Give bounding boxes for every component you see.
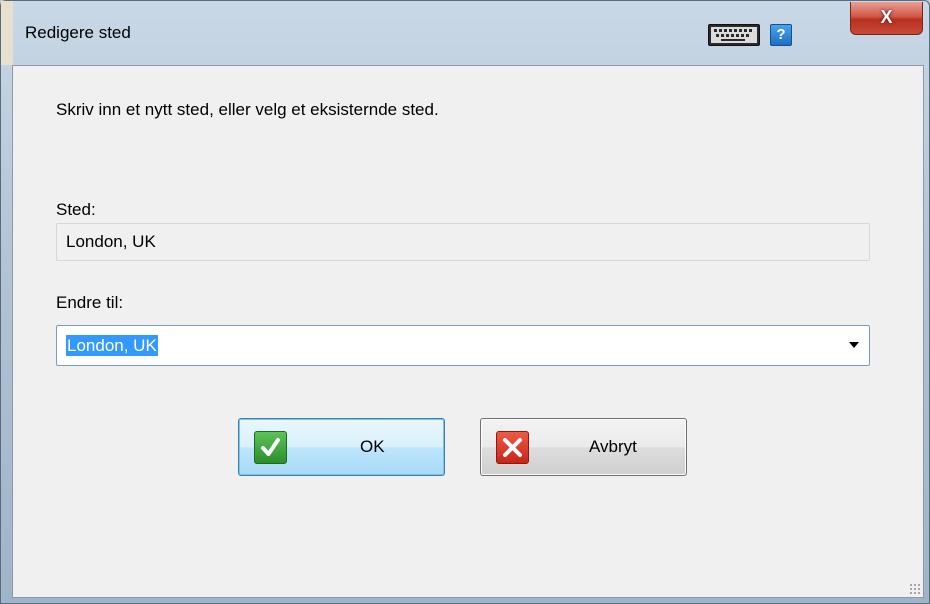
window-title: Redigere sted	[25, 23, 131, 42]
current-place-field: London, UK	[56, 223, 870, 261]
help-button[interactable]: ?	[770, 24, 792, 46]
cross-icon	[496, 431, 529, 464]
resize-grip[interactable]	[909, 583, 921, 595]
instruction-text: Skriv inn et nytt sted, eller velg et ek…	[56, 100, 439, 119]
change-to-combobox[interactable]: London, UK	[56, 325, 870, 366]
keyboard-button[interactable]	[708, 24, 760, 46]
cancel-button-label: Avbryt	[589, 437, 637, 456]
cancel-button[interactable]: Avbryt	[480, 418, 687, 476]
ok-button-label: OK	[360, 437, 385, 456]
dropdown-arrow-icon[interactable]	[849, 342, 859, 348]
close-button[interactable]: X	[850, 2, 923, 35]
title-bar[interactable]: Redigere sted ? X	[1, 1, 929, 65]
dialog-window: Redigere sted ? X Skriv inn et nytt sted…	[0, 0, 930, 604]
change-to-label: Endre til:	[56, 293, 124, 312]
current-place-label: Sted:	[56, 200, 96, 219]
keyboard-icon	[711, 27, 757, 43]
dialog-body: Skriv inn et nytt sted, eller velg et ek…	[12, 65, 924, 598]
ok-button[interactable]: OK	[238, 418, 445, 476]
checkmark-icon	[254, 431, 287, 464]
change-to-value[interactable]: London, UK	[66, 335, 158, 356]
titlebar-edge	[1, 1, 13, 65]
